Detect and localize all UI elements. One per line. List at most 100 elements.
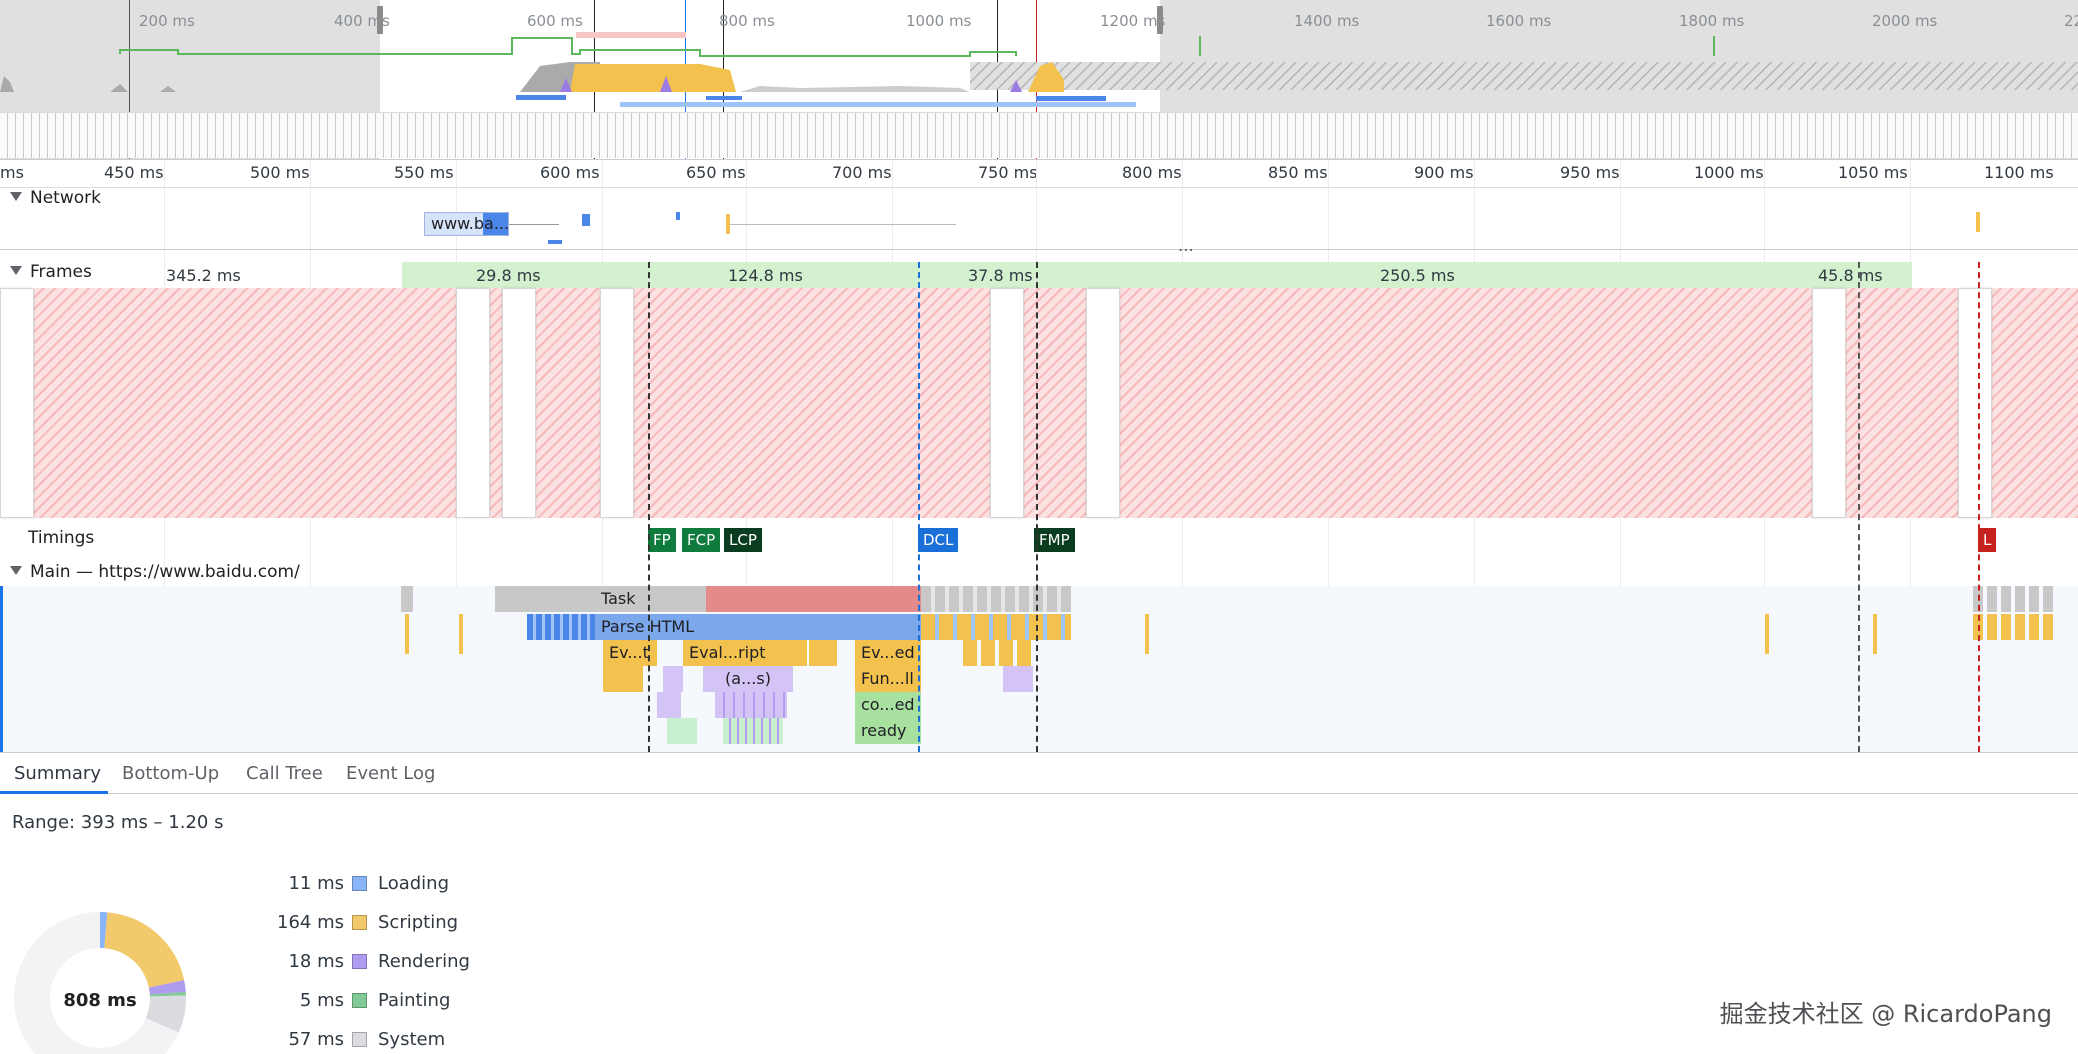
frame-duration[interactable]: 124.8 ms <box>728 266 803 285</box>
overview-network-bars <box>516 95 1136 107</box>
main-track-header[interactable]: Main — https://www.baidu.com/ <box>0 556 2078 586</box>
overview-tick: 2000 ms <box>1872 12 1938 30</box>
overview-tick: 600 ms <box>527 12 583 30</box>
fp-line <box>648 262 650 752</box>
summary-range: Range: 393 ms – 1.20 s <box>12 812 224 833</box>
ruler-tick: 750 ms <box>978 163 1038 182</box>
overview-tick: 1400 ms <box>1294 12 1360 30</box>
legend-name: Painting <box>378 990 451 1011</box>
network-track-label[interactable]: Network <box>10 188 101 208</box>
lcp-marker[interactable]: LCP <box>724 528 762 552</box>
ruler-tick: 450 ms <box>104 163 164 182</box>
main-track-label[interactable]: Main — https://www.baidu.com/ <box>10 562 300 582</box>
summary-total: 808 ms <box>63 990 137 1011</box>
collapse-triangle-icon[interactable] <box>10 566 22 575</box>
legend-value: 57 ms <box>288 1029 344 1050</box>
ready-label: ready <box>861 721 907 740</box>
frame-duration[interactable]: 29.8 ms <box>476 266 541 285</box>
legend-value: 5 ms <box>299 990 344 1011</box>
frame-duration[interactable]: 37.8 ms <box>968 266 1033 285</box>
collapse-triangle-icon[interactable] <box>10 266 22 275</box>
frames-track-label[interactable]: Frames <box>10 262 92 282</box>
legend-name: Loading <box>378 873 450 894</box>
dropped-frames-area <box>34 288 2078 518</box>
timeline-overview[interactable]: 200 ms 400 ms 600 ms 800 ms 1000 ms 1200… <box>0 0 2078 160</box>
fp-marker[interactable]: FP <box>648 528 676 552</box>
frame-screenshot[interactable] <box>502 288 536 518</box>
frame-screenshot[interactable] <box>1086 288 1120 518</box>
frame-screenshot[interactable] <box>990 288 1024 518</box>
load-marker[interactable]: L <box>1978 528 1997 552</box>
fcp-marker[interactable]: FCP <box>682 528 721 552</box>
legend-painting: 5 ms Painting <box>230 987 490 1017</box>
ruler-tick: 700 ms <box>832 163 892 182</box>
evaluate-script-block[interactable]: Eval...ript <box>683 640 807 666</box>
watermark-text: 掘金技术社区 @ RicardoPang <box>1719 1000 2052 1028</box>
ruler-tick: 500 ms <box>250 163 310 182</box>
ruler-tick: 1100 ms <box>1984 163 2054 182</box>
legend-name: System <box>378 1029 446 1050</box>
evaluate-script-label: Eval...ript <box>689 643 766 662</box>
active-tab-indicator <box>0 791 108 794</box>
fmp-line <box>1036 262 1038 752</box>
parse-html-block[interactable]: Parse HTML <box>595 614 921 640</box>
overview-tick: 400 ms <box>334 12 390 30</box>
time-ruler: ms 450 ms 500 ms 550 ms 600 ms 650 ms 70… <box>0 160 2078 188</box>
ready-block[interactable]: ready <box>855 718 921 744</box>
frame-screenshot[interactable] <box>456 288 490 518</box>
frames-bar <box>402 262 1912 288</box>
frame-duration[interactable]: 345.2 ms <box>166 266 241 285</box>
tab-summary[interactable]: Summary <box>14 763 101 784</box>
frame-duration[interactable]: 45.8 ms <box>1818 266 1883 285</box>
overview-tick: 1200 ms <box>1100 12 1166 30</box>
overview-filmstrip <box>0 112 2078 158</box>
network-request-label: www.ba... <box>431 214 510 233</box>
legend-rendering: 18 ms Rendering <box>230 948 490 978</box>
overview-tick: 1800 ms <box>1679 12 1745 30</box>
legend-scripting: 164 ms Scripting <box>230 909 490 939</box>
overview-tick: 1600 ms <box>1486 12 1552 30</box>
legend-name: Scripting <box>378 912 459 933</box>
frame-screenshot[interactable] <box>600 288 634 518</box>
legend-swatch <box>352 915 367 930</box>
fmp-marker[interactable]: FMP <box>1034 528 1075 552</box>
legend-value: 18 ms <box>288 951 344 972</box>
legend-value: 164 ms <box>277 912 344 933</box>
ruler-tick: 800 ms <box>1122 163 1182 182</box>
collapse-triangle-icon[interactable] <box>10 192 22 201</box>
function-call-block[interactable]: Fun...ll <box>855 666 921 692</box>
tab-call-tree[interactable]: Call Tree <box>246 763 323 784</box>
tab-event-log[interactable]: Event Log <box>346 763 435 784</box>
network-request-bar[interactable]: www.ba... <box>424 212 509 236</box>
frame-screenshot[interactable] <box>1958 288 1992 518</box>
overview-tick: 1000 ms <box>906 12 972 30</box>
legend-value: 11 ms <box>288 873 344 894</box>
legend-swatch <box>352 993 367 1008</box>
ruler-tick: 1000 ms <box>1694 163 1764 182</box>
completed-label: co...ed <box>861 695 915 714</box>
dcl-marker[interactable]: DCL <box>918 528 959 552</box>
overview-tick: 22 <box>2064 12 2078 30</box>
ruler-tick: 900 ms <box>1414 163 1474 182</box>
frame-line <box>1858 262 1860 752</box>
frame-screenshot[interactable] <box>1812 288 1846 518</box>
task-block[interactable]: Task <box>595 586 921 612</box>
anonymous-block[interactable]: (a...s) <box>703 666 793 692</box>
dcl-line <box>918 262 920 752</box>
completed-block[interactable]: co...ed <box>855 692 921 718</box>
ruler-tick: 1050 ms <box>1838 163 1908 182</box>
legend-loading: 11 ms Loading <box>230 870 490 900</box>
timings-track-label: Timings <box>28 528 95 548</box>
network-track[interactable]: Network www.ba... <box>0 188 2078 250</box>
legend-name: Rendering <box>378 951 470 972</box>
frame-duration[interactable]: 250.5 ms <box>1380 266 1455 285</box>
event-label: Ev...ed <box>861 643 915 662</box>
legend-system: 57 ms System <box>230 1026 490 1054</box>
frame-screenshot[interactable] <box>0 288 34 518</box>
task-label: Task <box>601 589 636 608</box>
ruler-tick: 600 ms <box>540 163 600 182</box>
load-line <box>1978 262 1980 752</box>
main-flame-chart[interactable]: Task Parse HTML Ev...t Eval...ript Ev...… <box>0 586 2078 752</box>
event-block[interactable]: Ev...ed <box>855 640 921 666</box>
tab-bottom-up[interactable]: Bottom-Up <box>122 763 219 784</box>
